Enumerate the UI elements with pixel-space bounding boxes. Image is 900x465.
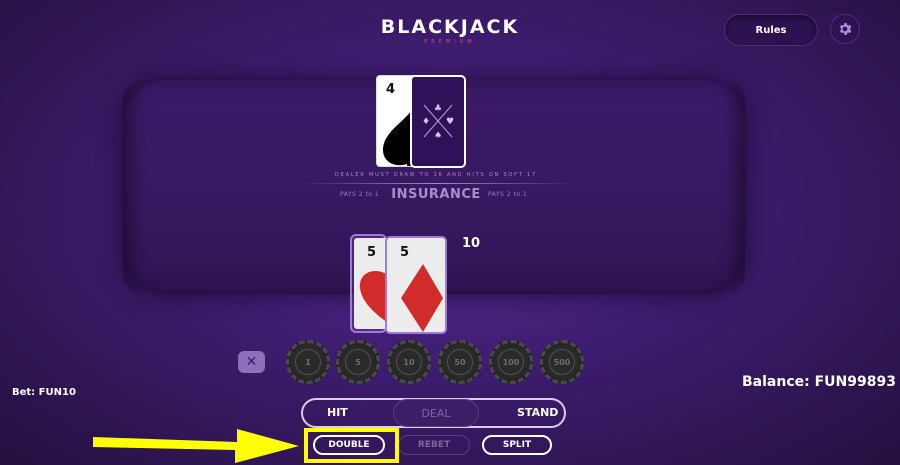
chip-value: 1 [295,349,321,375]
rebet-button[interactable]: REBET [398,435,470,455]
deal-button[interactable]: DEAL [393,399,479,427]
diamond-icon [401,264,443,332]
main-action-bar: HIT DEAL STAND [301,398,566,428]
chip-value: 500 [549,349,575,375]
game-screen: BLACKJACK PREMIUM Rules 4 ♣ ♦ ♥ ♠ DEALER… [0,0,900,465]
chip-500[interactable]: 500 [540,340,584,384]
insurance-divider [300,183,575,184]
split-button-label: SPLIT [502,440,532,450]
chip-5[interactable]: 5 [336,340,380,384]
svg-text:♣: ♣ [434,104,442,114]
chip-value: 10 [396,349,422,375]
player-card-1-rank: 5 [367,245,377,260]
dealer-rules-text: DEALER MUST DRAW TO 16 AND HITS ON SOFT … [335,172,537,178]
bet-amount: Bet: FUN10 [12,387,76,398]
rebet-button-label: REBET [417,440,451,450]
gear-icon [839,23,852,35]
chip-50[interactable]: 50 [438,340,482,384]
svg-text:♦: ♦ [422,117,430,127]
deal-button-label: DEAL [421,406,451,420]
stand-button[interactable]: STAND [517,406,558,419]
hit-button[interactable]: HIT [327,406,348,419]
chip-10[interactable]: 10 [387,340,431,384]
close-icon: ✕ [245,354,258,370]
dealer-card-2-facedown: ♣ ♦ ♥ ♠ [410,75,466,168]
chip-100[interactable]: 100 [489,340,533,384]
split-button[interactable]: SPLIT [482,435,552,455]
card-back-pattern: ♣ ♦ ♥ ♠ [422,104,454,141]
svg-text:♠: ♠ [434,131,442,141]
insurance-label: INSURANCE [391,187,481,202]
chip-value: 50 [447,349,473,375]
player-hand-total: 10 [462,236,481,251]
player-card-2-rank: 5 [400,245,410,260]
chip-1[interactable]: 1 [286,340,330,384]
chip-value: 100 [498,349,524,375]
dealer-card-1-rank: 4 [386,82,396,97]
insurance-area[interactable]: PAYS 2 to 1 INSURANCE PAYS 2 to 1 [300,186,572,204]
insurance-pays-right: PAYS 2 to 1 [488,191,528,198]
clear-bet-button[interactable]: ✕ [238,351,265,373]
rules-button[interactable]: Rules [724,14,818,46]
rules-button-label: Rules [755,24,787,36]
pointer-arrow-icon [93,429,299,463]
double-highlight-box [304,428,399,463]
settings-button[interactable] [830,14,860,44]
player-card-2: 5 [385,236,447,334]
svg-text:♥: ♥ [446,117,454,127]
chip-value: 5 [345,349,371,375]
balance-amount: Balance: FUN99893 [742,374,896,390]
